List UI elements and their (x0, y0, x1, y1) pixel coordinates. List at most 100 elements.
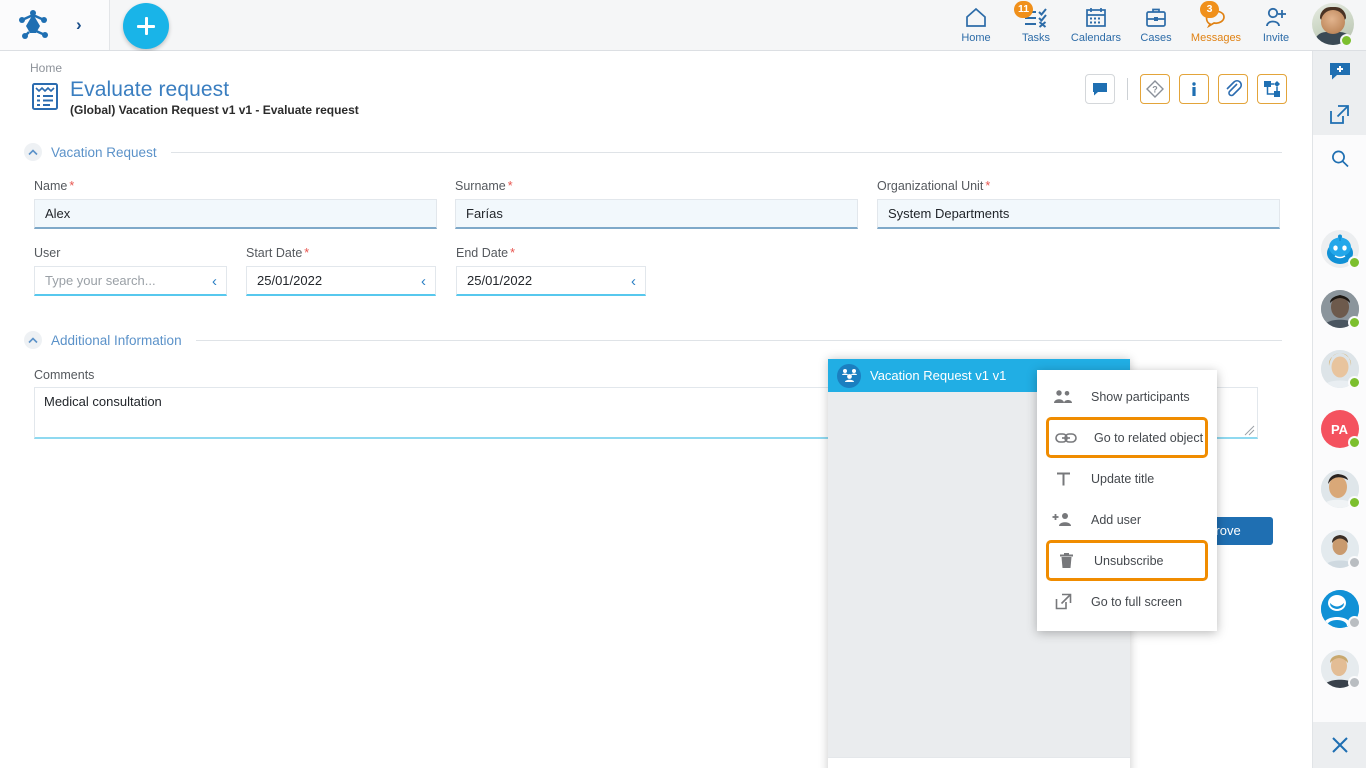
menu-item-add-user[interactable]: Add user (1037, 499, 1217, 540)
section-vacation-request[interactable]: Vacation Request (24, 143, 1282, 161)
surname-input[interactable]: Farías (455, 199, 858, 229)
chevron-left-icon[interactable]: ‹ (631, 274, 636, 289)
nav-item-messages[interactable]: 3 Messages (1186, 0, 1246, 50)
section-rule (195, 339, 1282, 341)
org-unit-input-value: System Departments (888, 206, 1010, 221)
required-marker: * (985, 179, 991, 193)
comment-icon[interactable] (1085, 74, 1115, 104)
close-icon[interactable] (1313, 722, 1366, 768)
resize-handle[interactable] (1244, 424, 1255, 436)
status-indicator (1347, 496, 1361, 509)
avatar-face (1321, 10, 1345, 34)
menu-item-go-to-related-object[interactable]: Go to related object (1046, 417, 1208, 458)
top-navigation: Home 11 Tasks Calendars Cases 3 Messages… (946, 0, 1358, 50)
label-user: User (34, 246, 61, 260)
nav-label-messages: Messages (1190, 32, 1242, 44)
chat-title: Vacation Request v1 v1 (870, 368, 1007, 383)
link-icon (1054, 431, 1078, 445)
logo-zone: › (0, 0, 110, 50)
contact-avatar-2[interactable] (1320, 350, 1361, 389)
chevron-left-icon[interactable]: ‹ (212, 274, 217, 289)
start-date-input[interactable]: 25/01/2022 ‹ (246, 266, 436, 296)
status-indicator (1347, 436, 1361, 449)
start-date-value: 25/01/2022 (257, 273, 323, 288)
nav-item-calendars[interactable]: Calendars (1066, 0, 1126, 50)
main-content: Home Evaluate request (Global) Vacation … (0, 51, 1312, 768)
info-icon[interactable] (1179, 74, 1209, 104)
name-input[interactable]: Alex (34, 199, 437, 229)
nav-item-cases[interactable]: Cases (1126, 0, 1186, 50)
menu-item-unsubscribe[interactable]: Unsubscribe (1046, 540, 1208, 581)
required-marker: * (69, 179, 75, 193)
section-title-additional: Additional Information (51, 332, 182, 348)
nav-label-cases: Cases (1140, 32, 1172, 44)
section-rule (170, 151, 1282, 153)
status-indicator (1347, 556, 1361, 569)
right-sidebar: PA (1312, 51, 1366, 768)
contact-avatar-1[interactable] (1320, 290, 1361, 329)
menu-item-update-title[interactable]: Update title (1037, 458, 1217, 499)
menu-label: Go to full screen (1091, 594, 1183, 609)
nav-item-home[interactable]: Home (946, 0, 1006, 50)
label-surname: Surname * (455, 179, 513, 193)
form-document-icon (30, 81, 60, 111)
fullscreen-icon (1051, 593, 1075, 610)
section-collapse-toggle[interactable] (24, 143, 42, 161)
attachment-icon[interactable] (1218, 74, 1248, 104)
end-date-input[interactable]: 25/01/2022 ‹ (456, 266, 646, 296)
status-indicator (1347, 256, 1361, 269)
label-start-date: Start Date * (246, 246, 310, 260)
add-user-icon (1051, 512, 1075, 528)
page-title: Evaluate request (70, 78, 230, 101)
trash-icon (1054, 552, 1078, 569)
contact-avatar-5[interactable] (1320, 530, 1361, 569)
chat-context-menu: Show participants Go to related object U… (1037, 370, 1217, 631)
svg-text:?: ? (1152, 85, 1158, 95)
menu-label: Unsubscribe (1094, 553, 1164, 568)
nav-label-invite: Invite (1262, 32, 1290, 44)
section-title-vacation: Vacation Request (51, 144, 157, 160)
contact-list: PA (1313, 183, 1366, 689)
search-icon[interactable] (1313, 135, 1366, 183)
briefcase-icon (1145, 5, 1167, 29)
popout-icon[interactable] (1313, 93, 1366, 135)
status-indicator (1347, 616, 1361, 629)
status-indicator (1347, 376, 1361, 389)
messages-badge: 3 (1200, 1, 1219, 18)
group-avatar[interactable] (1320, 590, 1361, 629)
top-bar: › Home 11 Tasks Calendars Cases 3 Messag… (0, 0, 1366, 51)
label-org-unit: Organizational Unit * (877, 179, 991, 193)
page-header: Evaluate request (Global) Vacation Reque… (30, 78, 359, 118)
name-input-value: Alex (45, 206, 71, 221)
status-indicator (1347, 676, 1361, 689)
section-collapse-toggle[interactable] (24, 331, 42, 349)
contact-avatar-4[interactable] (1320, 470, 1361, 509)
breadcrumb[interactable]: Home (30, 61, 62, 75)
participants-icon (1051, 389, 1075, 405)
bot-avatar[interactable] (1320, 230, 1361, 269)
status-indicator (1347, 316, 1361, 329)
contact-avatar-6[interactable] (1320, 650, 1361, 689)
tasks-badge: 11 (1014, 1, 1034, 18)
user-search-input[interactable]: Type your search... ‹ (34, 266, 227, 296)
help-diamond-icon[interactable]: ? (1140, 74, 1170, 104)
org-unit-input[interactable]: System Departments (877, 199, 1280, 229)
menu-item-show-participants[interactable]: Show participants (1037, 376, 1217, 417)
menu-item-go-to-full-screen[interactable]: Go to full screen (1037, 581, 1217, 622)
menu-label: Show participants (1091, 389, 1190, 404)
chevron-left-icon[interactable]: ‹ (421, 274, 426, 289)
expand-sidebar-button[interactable]: › (76, 15, 82, 35)
workflow-icon[interactable] (1257, 74, 1287, 104)
nav-item-invite[interactable]: Invite (1246, 0, 1306, 50)
nav-item-tasks[interactable]: 11 Tasks (1006, 0, 1066, 50)
home-icon (964, 5, 988, 29)
new-chat-icon[interactable] (1313, 51, 1366, 93)
section-additional-information[interactable]: Additional Information (24, 331, 1282, 349)
header-toolbar: ? (1085, 74, 1287, 104)
create-button[interactable] (123, 3, 169, 49)
contact-avatar-3[interactable]: PA (1320, 410, 1361, 449)
app-logo[interactable] (16, 9, 50, 41)
label-name: Name * (34, 179, 75, 193)
calendar-icon (1085, 5, 1107, 29)
end-date-value: 25/01/2022 (467, 273, 533, 288)
